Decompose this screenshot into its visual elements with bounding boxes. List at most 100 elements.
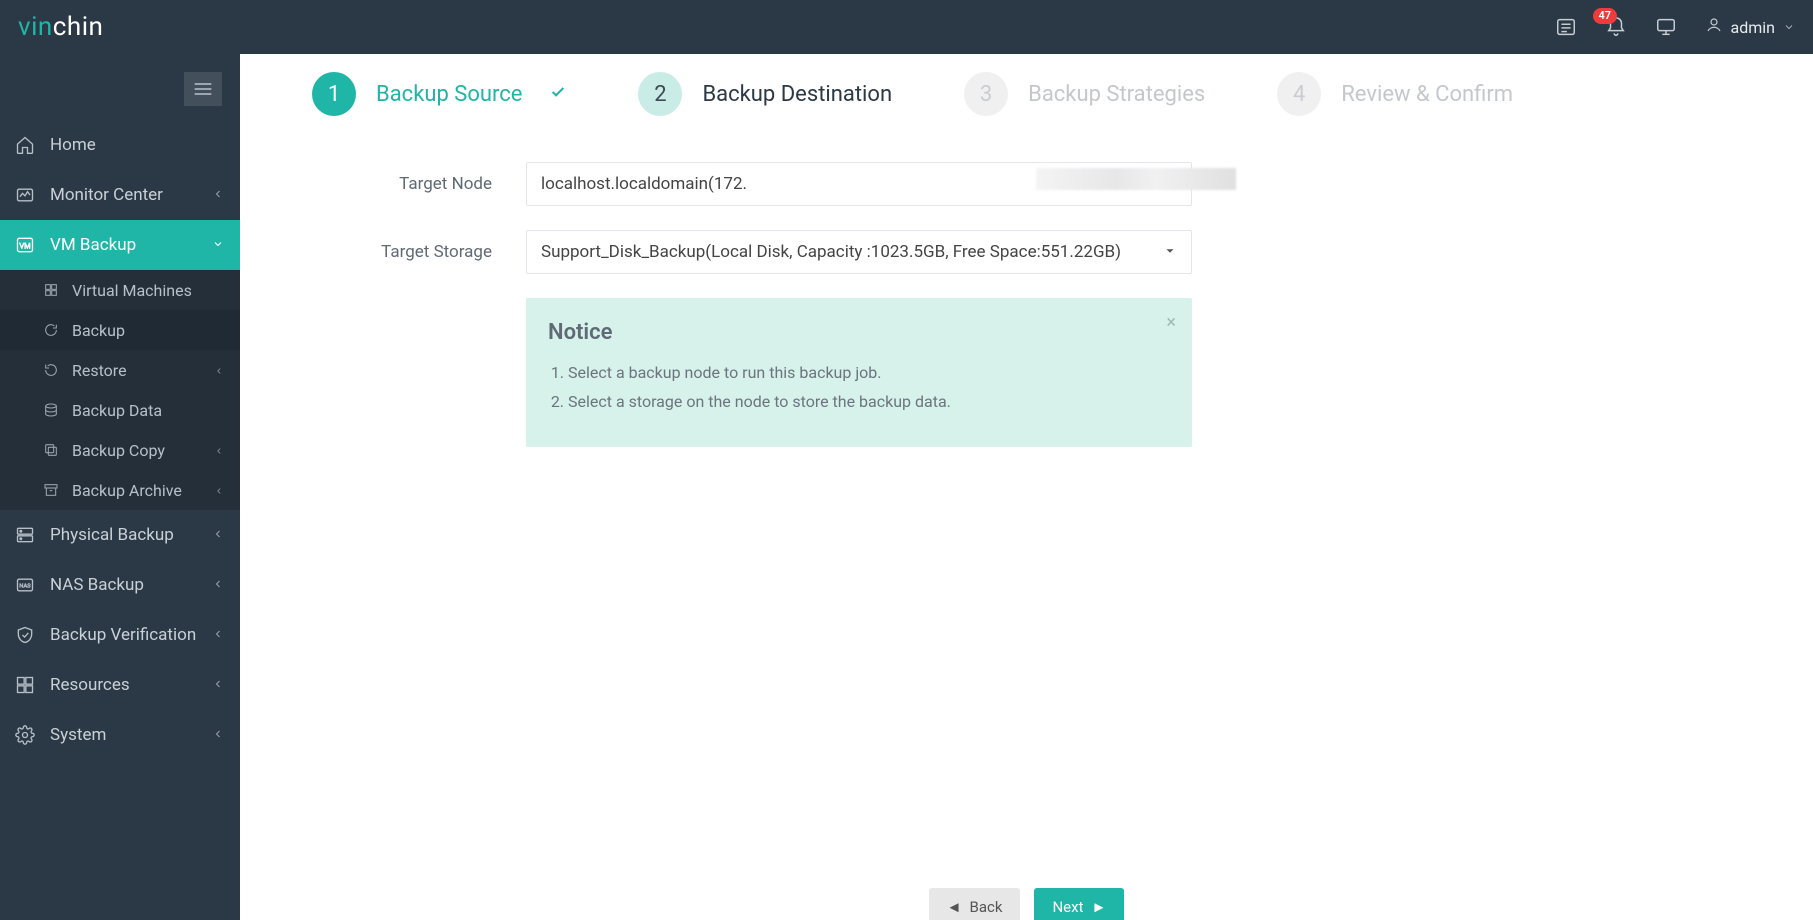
topbar-right: 47 admin [1555, 16, 1795, 38]
subnav-label: Backup Archive [72, 481, 182, 500]
subnav-backup[interactable]: Backup [0, 310, 240, 350]
caret-down-icon [1163, 175, 1177, 194]
database-icon [42, 401, 60, 419]
subnav-label: Virtual Machines [72, 281, 192, 300]
notification-badge: 47 [1593, 8, 1618, 24]
chevron-left-icon [214, 481, 224, 500]
step-backup-source[interactable]: 1 Backup Source [312, 72, 566, 116]
subnav-label: Backup [72, 321, 125, 340]
sidebar-item-home[interactable]: Home [0, 120, 240, 170]
gear-icon [14, 724, 36, 746]
sidebar-item-verification[interactable]: Backup Verification [0, 610, 240, 660]
target-node-select[interactable]: localhost.localdomain(172. [526, 162, 1192, 206]
user-name: admin [1731, 18, 1775, 37]
chevron-left-icon [214, 361, 224, 380]
hamburger-button[interactable] [184, 72, 222, 106]
subnav-label: Restore [72, 361, 127, 380]
nas-icon: NAS [14, 574, 36, 596]
server-icon [14, 524, 36, 546]
check-icon [550, 84, 566, 104]
notice-title: Notice [548, 320, 1170, 345]
step-backup-destination[interactable]: 2 Backup Destination [638, 72, 892, 116]
sidebar-item-system[interactable]: System [0, 710, 240, 760]
home-icon [14, 134, 36, 156]
chevron-left-icon [212, 625, 224, 645]
target-node-row: Target Node localhost.localdomain(172. [312, 162, 1765, 206]
chevron-left-icon [214, 441, 224, 460]
subnav-virtual-machines[interactable]: Virtual Machines [0, 270, 240, 310]
subnav-restore[interactable]: Restore [0, 350, 240, 390]
sidebar-item-label: System [50, 725, 106, 745]
next-button[interactable]: Next ► [1034, 888, 1124, 920]
redacted-blur [1036, 168, 1236, 190]
step-label: Backup Destination [702, 82, 892, 107]
step-label: Backup Strategies [1028, 82, 1205, 107]
sidebar: Home Monitor Center VM VM Backup Virtual… [0, 54, 240, 920]
sidebar-item-label: Physical Backup [50, 525, 174, 545]
user-icon [1705, 16, 1723, 38]
step-backup-strategies[interactable]: 3 Backup Strategies [964, 72, 1205, 116]
step-label: Review & Confirm [1341, 82, 1513, 107]
back-label: Back [970, 898, 1003, 916]
wizard-steps: 1 Backup Source 2 Backup Destination 3 B… [312, 72, 1765, 116]
target-storage-label: Target Storage [312, 242, 526, 262]
logo: vinchin [18, 12, 103, 42]
chevron-left-icon [212, 725, 224, 745]
shield-icon [14, 624, 36, 646]
target-storage-select[interactable]: Support_Disk_Backup(Local Disk, Capacity… [526, 230, 1192, 274]
close-icon[interactable]: × [1166, 312, 1176, 333]
chevron-down-icon [1783, 18, 1795, 37]
notice-item: Select a storage on the node to store th… [568, 388, 1170, 417]
monitor-icon [14, 184, 36, 206]
arrow-right-icon: ► [1091, 898, 1106, 916]
target-storage-value: Support_Disk_Backup(Local Disk, Capacity… [541, 242, 1121, 262]
sidebar-item-label: NAS Backup [50, 575, 144, 595]
notice-item: Select a backup node to run this backup … [568, 359, 1170, 388]
caret-down-icon [1163, 243, 1177, 262]
target-node-label: Target Node [312, 174, 526, 194]
grid-icon [42, 281, 60, 299]
logo-prefix: vin [18, 12, 53, 42]
archive-icon [42, 481, 60, 499]
wizard-footer: ◄ Back Next ► [240, 888, 1813, 920]
subnav-backup-data[interactable]: Backup Data [0, 390, 240, 430]
user-menu[interactable]: admin [1705, 16, 1795, 38]
main-content: 1 Backup Source 2 Backup Destination 3 B… [240, 54, 1813, 920]
topbar: vinchin 47 admin [0, 0, 1813, 54]
restore-icon [42, 361, 60, 379]
subnav-label: Backup Data [72, 401, 162, 420]
subnav-backup-copy[interactable]: Backup Copy [0, 430, 240, 470]
logo-suffix: chin [53, 12, 104, 42]
sidebar-item-nas-backup[interactable]: NAS NAS Backup [0, 560, 240, 610]
back-button[interactable]: ◄ Back [929, 888, 1021, 920]
screen-icon[interactable] [1655, 16, 1677, 38]
resources-icon [14, 674, 36, 696]
bell-icon[interactable]: 47 [1605, 16, 1627, 38]
refresh-icon [42, 321, 60, 339]
target-node-value: localhost.localdomain(172. [541, 174, 747, 194]
sidebar-item-label: Monitor Center [50, 185, 163, 205]
subnav-backup-archive[interactable]: Backup Archive [0, 470, 240, 510]
copy-icon [42, 441, 60, 459]
vm-backup-subnav: Virtual Machines Backup Restore Backup D… [0, 270, 240, 510]
step-number: 2 [638, 72, 682, 116]
step-review-confirm[interactable]: 4 Review & Confirm [1277, 72, 1513, 116]
chevron-left-icon [212, 675, 224, 695]
svg-text:NAS: NAS [19, 584, 31, 590]
sidebar-item-monitor[interactable]: Monitor Center [0, 170, 240, 220]
step-number: 1 [312, 72, 356, 116]
step-number: 3 [964, 72, 1008, 116]
sidebar-item-resources[interactable]: Resources [0, 660, 240, 710]
sidebar-item-vm-backup[interactable]: VM VM Backup [0, 220, 240, 270]
chevron-down-icon [212, 235, 224, 255]
sidebar-item-physical-backup[interactable]: Physical Backup [0, 510, 240, 560]
chevron-left-icon [212, 575, 224, 595]
svg-text:VM: VM [19, 241, 30, 250]
vm-icon: VM [14, 234, 36, 256]
subnav-label: Backup Copy [72, 441, 165, 460]
notice-panel: × Notice Select a backup node to run thi… [526, 298, 1192, 447]
next-label: Next [1052, 898, 1083, 916]
sidebar-item-label: VM Backup [50, 235, 136, 255]
tasks-icon[interactable] [1555, 16, 1577, 38]
sidebar-item-label: Backup Verification [50, 625, 196, 645]
